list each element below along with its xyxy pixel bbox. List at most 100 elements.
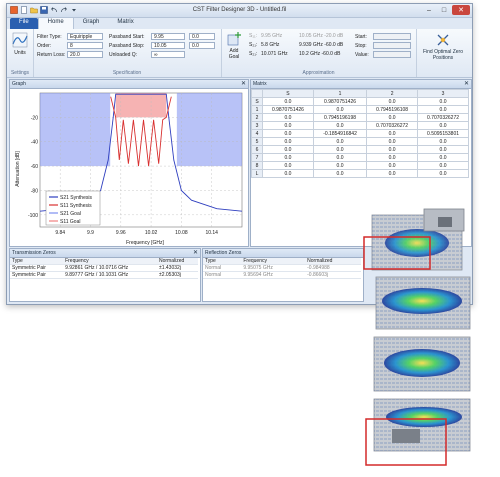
matrix-cell[interactable]: 0.0: [417, 145, 469, 154]
matrix-cell[interactable]: 0.5095153801: [417, 129, 469, 138]
matrix-cell[interactable]: 0.7945196198: [312, 113, 368, 122]
graph-panel: Graph ✕ Attenuation [dB] Frequency [GHz]…: [9, 79, 249, 247]
add-goal-icon: [227, 32, 241, 46]
matrix-cell[interactable]: 0.0: [366, 97, 419, 106]
order-input[interactable]: 8: [67, 42, 103, 49]
matrix-cell[interactable]: 0.0: [312, 153, 368, 162]
transmission-zeros-table: Type Frequency Normalized Symmetric Pair…: [10, 258, 198, 279]
goal-1-freq: 9.95 GHz: [261, 33, 283, 39]
s21-goal-region: [40, 93, 111, 167]
matrix-cell[interactable]: 0.0: [262, 169, 314, 178]
start-input[interactable]: [373, 33, 411, 40]
matrix-cell[interactable]: 0.0: [262, 113, 314, 122]
matrix-cell[interactable]: 0.0: [312, 121, 368, 130]
goal-1-value: 10.05 GHz -20.0 dB: [299, 33, 344, 39]
close-icon[interactable]: ✕: [452, 5, 470, 15]
matrix-cell[interactable]: 0.0: [312, 169, 368, 178]
find-optimal-button[interactable]: Find Optimal Zero Positions: [419, 33, 467, 61]
value-input[interactable]: [373, 51, 411, 58]
minimize-icon[interactable]: –: [422, 5, 436, 15]
matrix-cell[interactable]: 0.0: [366, 161, 419, 170]
tab-graph[interactable]: Graph: [74, 18, 109, 29]
matrix-cell[interactable]: 0.0: [312, 145, 368, 154]
matrix-panel-header: Matrix ✕: [251, 80, 471, 89]
matrix-col-header: 1: [312, 89, 368, 98]
matrix-row-header: 4: [251, 129, 263, 138]
add-goal-button[interactable]: Add Goal: [224, 32, 244, 60]
settings-group: Units Settings: [7, 29, 34, 77]
table-row[interactable]: Normal 9.95694 GHz -0.86603j: [203, 271, 361, 279]
x-tick-label: 9.84: [55, 230, 65, 236]
stop-input[interactable]: [373, 42, 411, 49]
table-row[interactable]: Symmetric Pair 9.89777 GHz / 10.1031 GHz…: [10, 271, 198, 279]
panel-close-icon[interactable]: ✕: [464, 80, 469, 88]
matrix-header-row: S 1 2 3: [251, 89, 469, 98]
table-row[interactable]: Symmetric Pair 9.92861 GHz / 10.0716 GHz…: [10, 264, 198, 272]
matrix-cell[interactable]: 0.0: [417, 97, 469, 106]
matrix-cell[interactable]: 0.9870751426: [312, 97, 368, 106]
matrix-row: 1 0.9870751426 0.0 0.7945196108 0.0: [251, 105, 469, 114]
matrix-cell[interactable]: 0.0: [312, 161, 368, 170]
panel-close-icon[interactable]: ✕: [193, 249, 198, 257]
passband-start-input[interactable]: 9.95: [151, 33, 185, 40]
matrix-row-header: 2: [251, 113, 263, 122]
matrix-cell[interactable]: 0.0: [366, 137, 419, 146]
matrix-cell[interactable]: 0.0: [417, 137, 469, 146]
tab-matrix[interactable]: Matrix: [108, 18, 142, 29]
matrix-cell[interactable]: 0.0: [417, 105, 469, 114]
filter-type-select[interactable]: Equiripple: [67, 33, 103, 40]
offset-input-1[interactable]: 0.0: [189, 33, 215, 40]
return-loss-input[interactable]: 20.0: [67, 51, 103, 58]
units-label: Units: [14, 50, 26, 56]
goal-2-value: 9.939 GHz -60.0 dB: [299, 42, 344, 48]
matrix-cell[interactable]: 0.0: [417, 169, 469, 178]
matrix-row-header: 8: [251, 161, 263, 170]
matrix-cell[interactable]: 0.9870751426: [262, 105, 314, 114]
y-tick-label: -80: [31, 188, 38, 194]
matrix-cell[interactable]: 0.7945196108: [366, 105, 419, 114]
matrix-cell[interactable]: 0.0: [417, 153, 469, 162]
matrix-cell[interactable]: 0.0: [417, 161, 469, 170]
reflection-zeros-header: Reflection Zeros: [203, 249, 363, 258]
matrix-cell[interactable]: 0.0: [366, 113, 419, 122]
matrix-cell[interactable]: 0.7070326272: [366, 121, 419, 130]
matrix-cell[interactable]: -0.1854916842: [312, 129, 368, 138]
matrix-cell[interactable]: 0.0: [262, 137, 314, 146]
matrix-cell[interactable]: 0.0: [312, 105, 368, 114]
cell: Normal: [203, 264, 242, 272]
table-row[interactable]: Normal 9.95075 GHz -0.984988: [203, 264, 361, 272]
matrix-cell[interactable]: 0.0: [366, 145, 419, 154]
matrix-cell[interactable]: 0.0: [262, 153, 314, 162]
matrix-cell[interactable]: 0.0: [312, 137, 368, 146]
x-axis-label: Frequency [GHz]: [126, 240, 164, 246]
matrix-cell[interactable]: 0.0: [262, 129, 314, 138]
offset-input-2[interactable]: 0.0: [189, 42, 215, 49]
matrix-row: 2 0.0 0.7945196198 0.0 0.7070326272: [251, 113, 469, 122]
tab-home[interactable]: Home: [37, 17, 74, 29]
cell: 9.95075 GHz: [241, 264, 306, 272]
panel-close-icon[interactable]: ✕: [241, 80, 246, 88]
matrix-row: 8 0.0 0.0 0.0 0.0: [251, 161, 469, 170]
cell: Normal: [203, 271, 242, 279]
unloaded-q-input[interactable]: ∞: [151, 51, 185, 58]
units-button[interactable]: Units: [12, 32, 28, 56]
matrix-cell[interactable]: 0.0: [262, 97, 314, 106]
matrix-row-header: 5: [251, 137, 263, 146]
stop-label: Stop:: [355, 43, 367, 49]
passband-stop-input[interactable]: 10.05: [151, 42, 185, 49]
matrix-cell[interactable]: 0.7070326272: [417, 113, 469, 122]
s11-goal-region: [115, 93, 167, 118]
matrix-cell[interactable]: 0.0: [417, 121, 469, 130]
matrix-cell[interactable]: 0.0: [366, 129, 419, 138]
x-tick-label: 9.96: [116, 230, 126, 236]
matrix-cell[interactable]: 0.0: [366, 169, 419, 178]
matrix-cell[interactable]: 0.0: [366, 153, 419, 162]
tab-file[interactable]: File: [10, 18, 38, 29]
s21-goal-region: [176, 93, 242, 167]
matrix-cell[interactable]: 0.0: [262, 161, 314, 170]
matrix-cell[interactable]: 0.0: [262, 145, 314, 154]
matrix-row: 6 0.0 0.0 0.0 0.0: [251, 145, 469, 154]
maximize-icon[interactable]: □: [437, 5, 451, 15]
matrix-col-header: S: [262, 89, 314, 98]
matrix-cell[interactable]: 0.0: [262, 121, 314, 130]
